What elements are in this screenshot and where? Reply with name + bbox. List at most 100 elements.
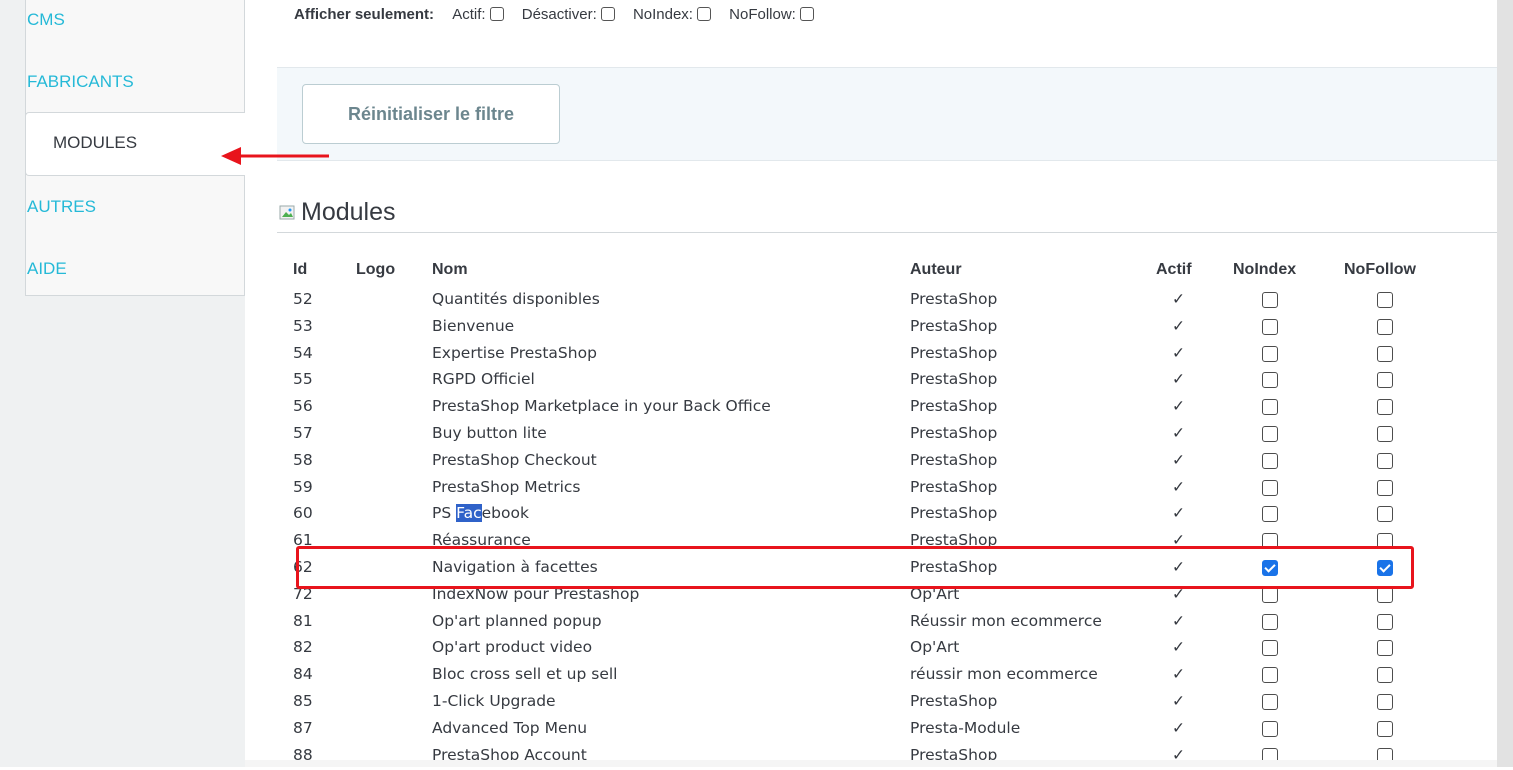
nofollow-checkbox[interactable] <box>1377 506 1393 523</box>
nofollow-checkbox[interactable] <box>1377 586 1393 603</box>
noindex-checkbox[interactable] <box>1262 479 1278 496</box>
noindex-checkbox[interactable] <box>1262 613 1278 630</box>
nofollow-checkbox[interactable] <box>1377 720 1393 737</box>
noindex-checkbox[interactable] <box>1262 694 1278 710</box>
cell-nom: PrestaShop Metrics <box>432 477 581 496</box>
tab-modules[interactable]: MODULES <box>25 112 245 176</box>
cell-id: 81 <box>293 611 313 630</box>
filter-nofollow-label: NoFollow: <box>729 6 796 23</box>
active-check-icon: ✓ <box>1172 477 1185 496</box>
cell-nom: Expertise PrestaShop <box>432 343 597 362</box>
page-scrollbar[interactable] <box>1497 0 1513 767</box>
active-check-icon: ✓ <box>1172 450 1185 469</box>
cell-auteur: Presta-Module <box>910 718 1021 737</box>
table-row: 52 Quantités disponibles PrestaShop ✓ <box>0 287 1513 314</box>
cell-id: 53 <box>293 316 313 335</box>
cell-id: 58 <box>293 450 313 469</box>
header-nofollow[interactable]: NoFollow <box>1344 261 1416 279</box>
active-check-icon: ✓ <box>1172 692 1185 710</box>
cell-nom: PrestaShop Marketplace in your Back Offi… <box>432 397 771 416</box>
tab-autres[interactable]: AUTRES <box>27 197 96 217</box>
cell-id: 87 <box>293 718 313 737</box>
filter-desactiver-checkbox[interactable] <box>600 7 615 21</box>
nofollow-checkbox[interactable] <box>1377 640 1393 657</box>
cell-nom: RGPD Officiel <box>432 370 535 389</box>
tab-cms[interactable]: CMS <box>27 10 65 30</box>
table-row: 53 Bienvenue PrestaShop ✓ <box>0 314 1513 341</box>
nofollow-checkbox[interactable] <box>1377 426 1393 442</box>
filter-label: Afficher seulement: <box>294 6 435 23</box>
noindex-checkbox[interactable] <box>1262 345 1278 362</box>
nofollow-checkbox[interactable] <box>1377 452 1393 469</box>
filter-noindex-checkbox[interactable] <box>696 7 711 21</box>
nofollow-checkbox[interactable] <box>1377 479 1393 496</box>
active-check-icon: ✓ <box>1172 290 1185 308</box>
cell-nom: Bienvenue <box>432 316 515 335</box>
noindex-checkbox[interactable] <box>1262 586 1278 603</box>
table-row: 54 Expertise PrestaShop PrestaShop ✓ <box>0 341 1513 368</box>
header-logo[interactable]: Logo <box>356 261 395 279</box>
cell-auteur: PrestaShop <box>910 692 998 710</box>
noindex-checkbox[interactable] <box>1262 640 1278 657</box>
nofollow-checkbox[interactable] <box>1377 318 1393 335</box>
active-check-icon: ✓ <box>1172 665 1185 684</box>
tab-aide[interactable]: AIDE <box>27 259 67 279</box>
noindex-checkbox[interactable] <box>1262 667 1278 684</box>
filter-bar: Afficher seulement: Actif: Désactiver: N… <box>294 6 828 23</box>
title-divider <box>277 232 1497 233</box>
noindex-checkbox[interactable] <box>1262 292 1278 308</box>
cell-id: 57 <box>293 424 313 442</box>
nofollow-checkbox[interactable] <box>1377 345 1393 362</box>
bottom-edge <box>245 760 1497 767</box>
noindex-checkbox[interactable] <box>1262 506 1278 523</box>
highlight-annotation-box <box>296 546 1414 589</box>
cell-auteur: PrestaShop <box>910 424 998 442</box>
cell-auteur: PrestaShop <box>910 504 998 523</box>
nofollow-checkbox[interactable] <box>1377 667 1393 684</box>
noindex-checkbox[interactable] <box>1262 372 1278 389</box>
filter-actif-checkbox[interactable] <box>489 7 504 21</box>
table-row: 82 Op'art product video Op'Art ✓ <box>0 635 1513 662</box>
cell-nom: Buy button lite <box>432 424 547 442</box>
cell-id: 60 <box>293 504 313 523</box>
cell-nom: 1-Click Upgrade <box>432 692 556 710</box>
active-check-icon: ✓ <box>1172 504 1185 523</box>
noindex-checkbox[interactable] <box>1262 318 1278 335</box>
cell-auteur: PrestaShop <box>910 397 998 416</box>
tab-fabricants[interactable]: FABRICANTS <box>27 72 134 92</box>
table-row: 60 PS Facebook PrestaShop ✓ <box>0 501 1513 528</box>
nofollow-checkbox[interactable] <box>1377 292 1393 308</box>
reset-filter-button[interactable]: Réinitialiser le filtre <box>302 84 560 144</box>
header-noindex[interactable]: NoIndex <box>1233 261 1296 279</box>
active-check-icon: ✓ <box>1172 397 1185 416</box>
noindex-checkbox[interactable] <box>1262 399 1278 416</box>
cell-id: 56 <box>293 397 313 416</box>
tab-modules-label: MODULES <box>53 133 138 152</box>
table-row: 56 PrestaShop Marketplace in your Back Of… <box>0 394 1513 421</box>
cell-nom: Quantités disponibles <box>432 290 600 308</box>
filter-desactiver-label: Désactiver: <box>521 6 597 23</box>
nofollow-checkbox[interactable] <box>1377 694 1393 710</box>
noindex-checkbox[interactable] <box>1262 426 1278 442</box>
active-check-icon: ✓ <box>1172 718 1185 737</box>
nofollow-checkbox[interactable] <box>1377 372 1393 389</box>
noindex-checkbox[interactable] <box>1262 720 1278 737</box>
header-id[interactable]: Id <box>293 261 307 279</box>
nofollow-checkbox[interactable] <box>1377 399 1393 416</box>
cell-id: 54 <box>293 343 313 362</box>
cell-auteur: PrestaShop <box>910 290 998 308</box>
filter-noindex-label: NoIndex: <box>632 6 693 23</box>
table-row: 84 Bloc cross sell et up sell réussir mon … <box>0 662 1513 689</box>
broken-image-icon <box>279 205 295 220</box>
nofollow-checkbox[interactable] <box>1377 613 1393 630</box>
noindex-checkbox[interactable] <box>1262 452 1278 469</box>
cell-nom: Bloc cross sell et up sell <box>432 665 618 684</box>
cell-auteur: PrestaShop <box>910 477 998 496</box>
cell-nom: Advanced Top Menu <box>432 718 588 737</box>
active-check-icon: ✓ <box>1172 343 1185 362</box>
header-nom[interactable]: Nom <box>432 261 468 279</box>
filter-nofollow-checkbox[interactable] <box>799 7 814 21</box>
header-actif[interactable]: Actif <box>1156 261 1192 279</box>
header-auteur[interactable]: Auteur <box>910 261 962 279</box>
table-row: 81 Op'art planned popup Réussir mon ecomme… <box>0 609 1513 636</box>
